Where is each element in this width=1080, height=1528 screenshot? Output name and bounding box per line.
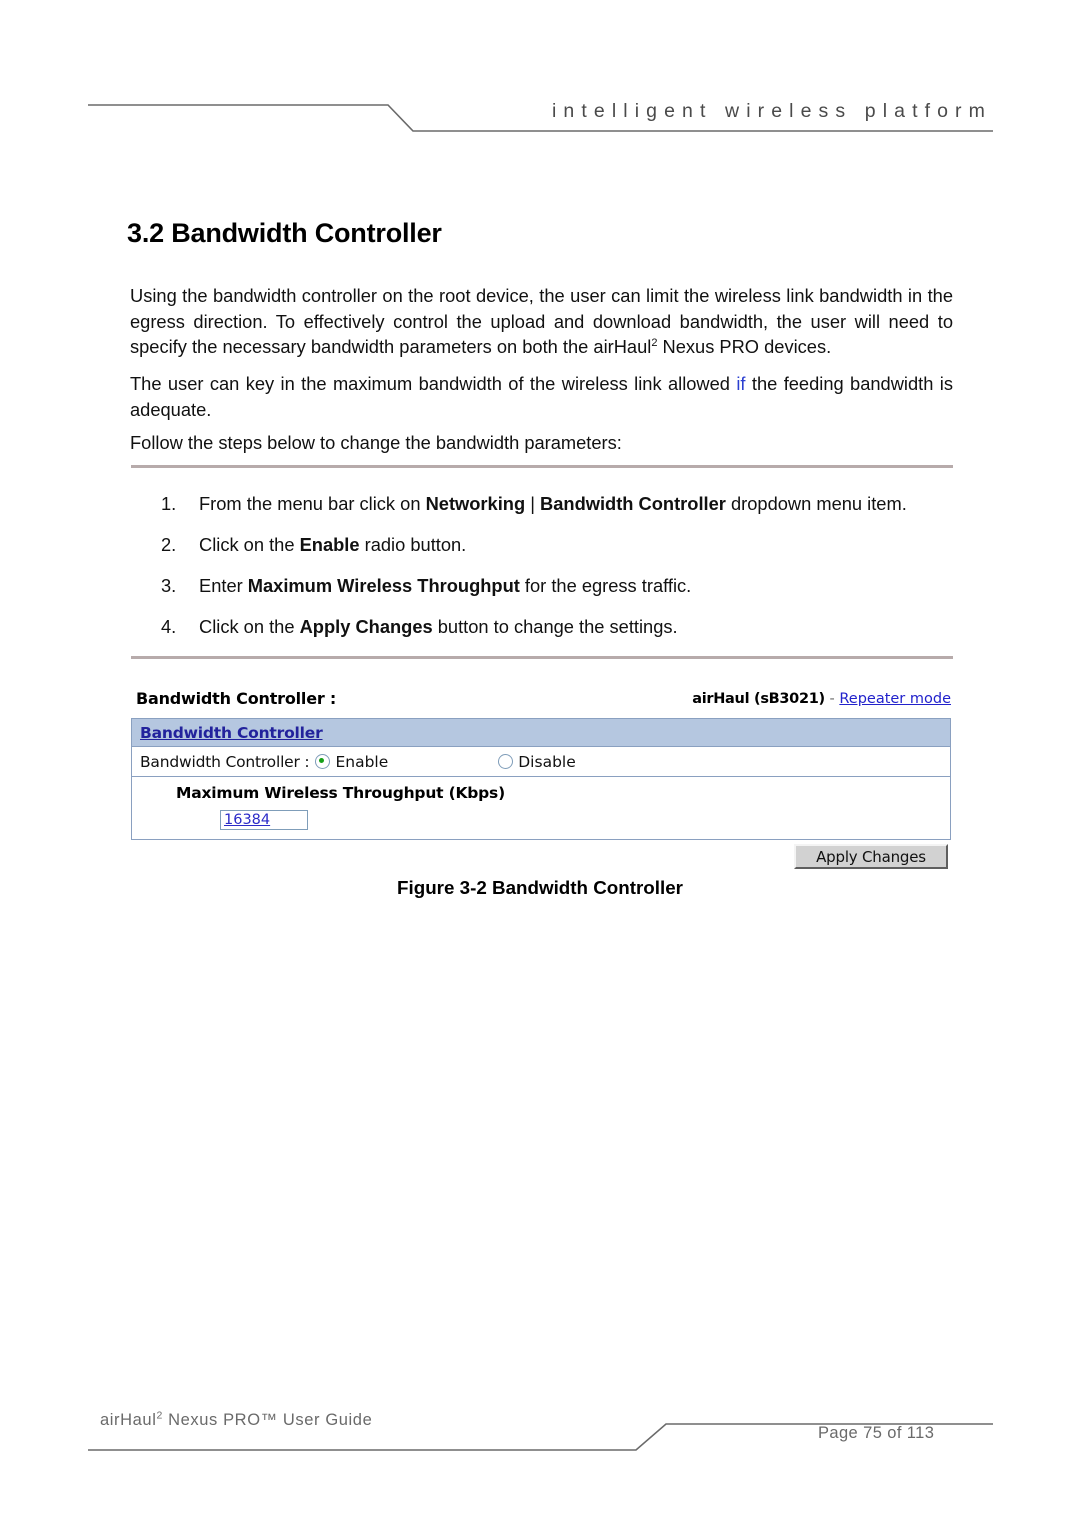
radio-unselected-icon[interactable] — [498, 754, 514, 769]
footer-guide-a: airHaul — [100, 1411, 157, 1429]
paragraph-keyin: The user can key in the maximum bandwidt… — [130, 371, 953, 422]
panel-title-link[interactable]: Bandwidth Controller — [140, 724, 323, 742]
paragraph-intro-text-b: Nexus PRO devices. — [657, 336, 832, 357]
step-emphasis-2: Bandwidth Controller — [540, 493, 726, 514]
bandwidth-controller-panel: Bandwidth Controller Bandwidth Controlle… — [131, 718, 951, 840]
ui-topbar: Bandwidth Controller : airHaul (sB3021) … — [131, 685, 953, 718]
step-number: 1. — [161, 493, 177, 514]
highlighted-word-if: if — [736, 373, 746, 394]
paragraph-keyin-text-a: The user can key in the maximum bandwidt… — [130, 373, 737, 394]
step-text-mid: | — [525, 493, 541, 514]
footer-guide-title: airHaul2 Nexus PRO™ User Guide — [100, 1410, 373, 1430]
figure-caption: Figure 3-2 Bandwidth Controller — [397, 877, 683, 898]
radio-label-disable: Disable — [518, 752, 576, 771]
radio-option-disable[interactable]: Disable — [498, 753, 576, 771]
step-text: Click on the Enable radio button. — [199, 533, 466, 557]
throughput-input[interactable]: 16384 — [220, 810, 308, 830]
step-emphasis-1: Apply Changes — [299, 616, 433, 637]
step-text-post: for the egress traffic. — [519, 575, 692, 596]
ui-device-status: airHaul (sB3021) - Repeater mode — [692, 691, 951, 707]
enable-disable-radio-group: Enable Disable — [315, 753, 576, 771]
device-separator: - — [824, 691, 840, 707]
footer-guide-b: Nexus PRO™ User Guide — [162, 1411, 373, 1429]
throughput-field-label: Maximum Wireless Throughput (Kbps) — [176, 784, 505, 802]
throughput-row: Maximum Wireless Throughput (Kbps) 16384 — [132, 777, 950, 839]
step-text-pre: Enter — [199, 575, 248, 596]
list-item: 2. Click on the Enable radio button. — [131, 533, 953, 574]
step-text: From the menu bar click on Networking | … — [199, 492, 907, 516]
divider-bottom — [131, 656, 953, 659]
step-emphasis-1: Networking — [425, 493, 526, 514]
bandwidth-controller-field-label: Bandwidth Controller : — [140, 752, 310, 771]
bandwidth-controller-screenshot: Bandwidth Controller : airHaul (sB3021) … — [131, 685, 953, 872]
step-number: 2. — [161, 534, 177, 555]
ui-page-heading: Bandwidth Controller : — [136, 689, 337, 708]
bandwidth-controller-toggle-row: Bandwidth Controller : Enable Disable — [132, 747, 950, 777]
radio-selected-icon[interactable] — [315, 754, 331, 769]
apply-changes-button[interactable]: Apply Changes — [794, 844, 948, 869]
list-item: 4. Click on the Apply Changes button to … — [131, 615, 953, 656]
step-number: 3. — [161, 575, 177, 596]
step-text-pre: Click on the — [199, 534, 300, 555]
paragraph-intro: Using the bandwidth controller on the ro… — [130, 283, 953, 360]
footer-page-number: Page 75 of 113 — [818, 1424, 935, 1442]
steps-list: 1. From the menu bar click on Networking… — [131, 492, 953, 656]
repeater-mode-link[interactable]: Repeater mode — [839, 691, 951, 707]
page-title: 3.2 Bandwidth Controller — [127, 218, 442, 248]
step-number: 4. — [161, 616, 177, 637]
step-text: Click on the Apply Changes button to cha… — [199, 615, 678, 639]
step-text-pre: From the menu bar click on — [199, 493, 426, 514]
step-text-post: button to change the settings. — [432, 616, 678, 637]
list-item: 3. Enter Maximum Wireless Throughput for… — [131, 574, 953, 615]
radio-option-enable[interactable]: Enable — [315, 753, 388, 771]
step-emphasis-1: Enable — [299, 534, 360, 555]
page-header: intelligent wireless platform — [0, 0, 1080, 150]
divider-top — [131, 465, 953, 468]
step-text-pre: Click on the — [199, 616, 300, 637]
step-text: Enter Maximum Wireless Throughput for th… — [199, 574, 691, 598]
step-emphasis-1: Maximum Wireless Throughput — [247, 575, 520, 596]
panel-title-bar: Bandwidth Controller — [132, 719, 950, 747]
step-text-post: dropdown menu item. — [725, 493, 907, 514]
device-name-label: airHaul (sB3021) — [692, 691, 825, 707]
list-item: 1. From the menu bar click on Networking… — [131, 492, 953, 533]
paragraph-follow-steps: Follow the steps below to change the ban… — [130, 432, 622, 453]
panel-action-row: Apply Changes — [131, 840, 953, 872]
page-footer: airHaul2 Nexus PRO™ User Guide Page 75 o… — [0, 1400, 1080, 1480]
radio-label-enable: Enable — [335, 752, 389, 771]
step-text-post: radio button. — [359, 534, 467, 555]
header-tagline: intelligent wireless platform — [552, 100, 992, 122]
